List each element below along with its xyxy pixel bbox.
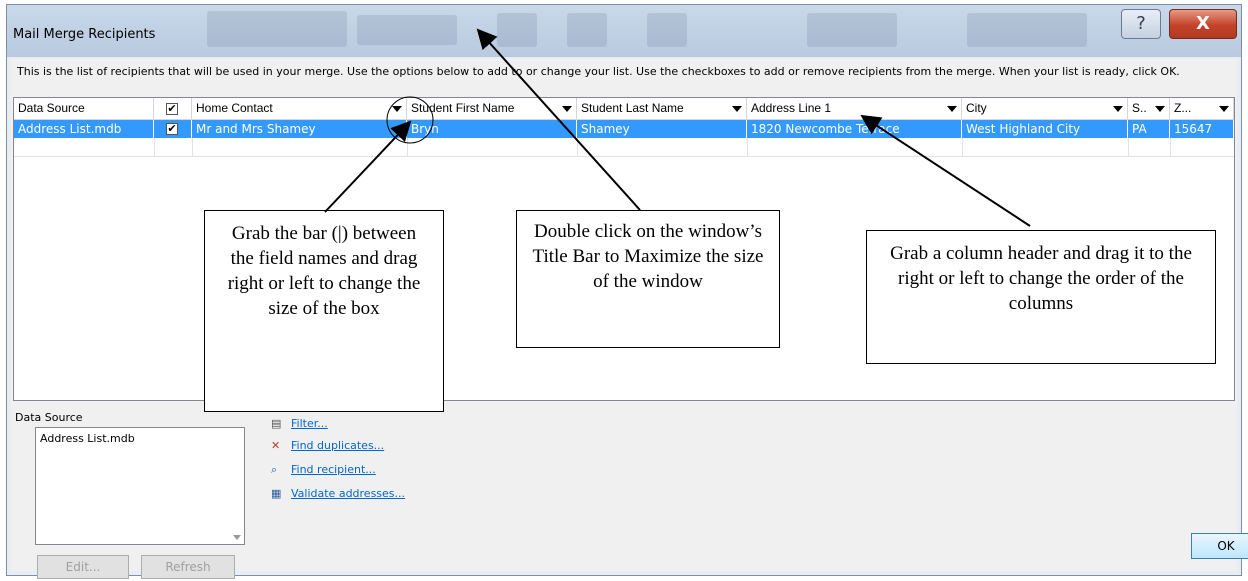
close-icon: X xyxy=(1196,13,1210,34)
column-header-label: Home Contact xyxy=(196,101,273,115)
grid-cell xyxy=(1128,138,1171,156)
data-source-scrollbar[interactable] xyxy=(230,428,244,544)
column-header-home-contact[interactable]: Home Contact xyxy=(192,98,407,120)
validate-addresses-icon: ▦ xyxy=(271,487,282,500)
callout-reorder-columns: Grab a column header and drag it to the … xyxy=(866,230,1216,364)
grid-cell xyxy=(577,138,748,156)
dropdown-arrow-icon[interactable] xyxy=(1113,106,1123,112)
cell-home-contact: Mr and Mrs Shamey xyxy=(192,120,407,138)
find-duplicates-link[interactable]: Find duplicates... xyxy=(291,439,384,452)
callout-resize-columns: Grab the bar (|) between the field names… xyxy=(204,210,444,412)
background-ribbon-ghost xyxy=(497,13,537,47)
column-header-label: City xyxy=(966,101,987,115)
ok-button[interactable]: OK xyxy=(1191,533,1248,559)
background-ribbon-ghost xyxy=(967,13,1087,47)
select-all-checkbox[interactable]: ✔ xyxy=(166,103,178,115)
dropdown-arrow-icon[interactable] xyxy=(1155,106,1165,112)
find-duplicates-icon: ✕ xyxy=(271,439,281,452)
cell-address: 1820 Newcombe Terrace xyxy=(747,120,962,138)
close-button[interactable]: X xyxy=(1169,9,1237,39)
validate-addresses-link[interactable]: Validate addresses... xyxy=(291,487,405,500)
filter-icon: ▤ xyxy=(271,417,282,430)
title-bar[interactable]: Mail Merge Recipients ? X xyxy=(7,5,1241,57)
grid-cell xyxy=(747,138,963,156)
column-header-label: Student Last Name xyxy=(581,101,684,115)
dropdown-arrow-icon[interactable] xyxy=(392,106,402,112)
background-ribbon-ghost xyxy=(357,15,457,45)
column-header-checkbox[interactable]: ✔ xyxy=(154,98,192,120)
callout-maximize-window: Double click on the window’s Title Bar t… xyxy=(516,210,780,348)
empty-table-row xyxy=(14,138,1234,157)
column-header-label: Address Line 1 xyxy=(751,101,832,115)
edit-button[interactable]: Edit... xyxy=(37,555,129,579)
dropdown-arrow-icon[interactable] xyxy=(732,106,742,112)
filter-link[interactable]: Filter... xyxy=(291,417,328,430)
cell-state: PA xyxy=(1128,120,1170,138)
background-ribbon-ghost xyxy=(647,13,687,47)
column-header-label: S.. xyxy=(1132,101,1147,115)
column-header-label: Z... xyxy=(1174,101,1192,115)
cell-city: West Highland City xyxy=(962,120,1128,138)
column-header-student-last-name[interactable]: Student Last Name xyxy=(577,98,747,120)
row-include-checkbox[interactable]: ✔ xyxy=(166,123,178,135)
dropdown-arrow-icon[interactable] xyxy=(1219,106,1229,112)
background-ribbon-ghost xyxy=(807,13,897,47)
cell-first-name: Bryn xyxy=(407,120,577,138)
data-source-label: Data Source xyxy=(15,411,83,424)
refresh-button[interactable]: Refresh xyxy=(141,555,235,579)
column-header-address-line-1[interactable]: Address Line 1 xyxy=(747,98,962,120)
grid-cell xyxy=(154,138,193,156)
window-title: Mail Merge Recipients xyxy=(13,27,156,42)
cell-checkbox: ✔ xyxy=(154,120,192,138)
background-ribbon-ghost xyxy=(207,11,347,47)
column-header-zip[interactable]: Z... xyxy=(1170,98,1234,120)
column-header-label: Student First Name xyxy=(411,101,515,115)
data-source-item[interactable]: Address List.mdb xyxy=(40,432,135,445)
intro-text: This is the list of recipients that will… xyxy=(17,65,1180,78)
column-header-student-first-name[interactable]: Student First Name xyxy=(407,98,577,120)
help-button[interactable]: ? xyxy=(1121,9,1161,39)
data-source-list[interactable]: Address List.mdb xyxy=(35,427,245,545)
grid-cell xyxy=(192,138,408,156)
column-header-label: Data Source xyxy=(18,101,85,115)
grid-cell xyxy=(962,138,1129,156)
table-row[interactable]: Address List.mdb ✔ Mr and Mrs Shamey Bry… xyxy=(14,120,1234,138)
column-header-city[interactable]: City xyxy=(962,98,1128,120)
background-ribbon-ghost xyxy=(567,13,607,47)
find-recipient-link[interactable]: Find recipient... xyxy=(291,463,376,476)
cell-data-source: Address List.mdb xyxy=(14,120,154,138)
cell-last-name: Shamey xyxy=(577,120,747,138)
help-icon: ? xyxy=(1136,13,1146,34)
cell-zip: 15647 xyxy=(1170,120,1234,138)
column-header-data-source[interactable]: Data Source xyxy=(14,98,154,120)
dropdown-arrow-icon[interactable] xyxy=(947,106,957,112)
grid-cell xyxy=(407,138,578,156)
scroll-down-icon[interactable] xyxy=(233,535,241,540)
dropdown-arrow-icon[interactable] xyxy=(562,106,572,112)
find-recipient-icon: ⌕ xyxy=(271,463,278,476)
grid-cell xyxy=(14,138,155,156)
column-header-state[interactable]: S.. xyxy=(1128,98,1170,120)
